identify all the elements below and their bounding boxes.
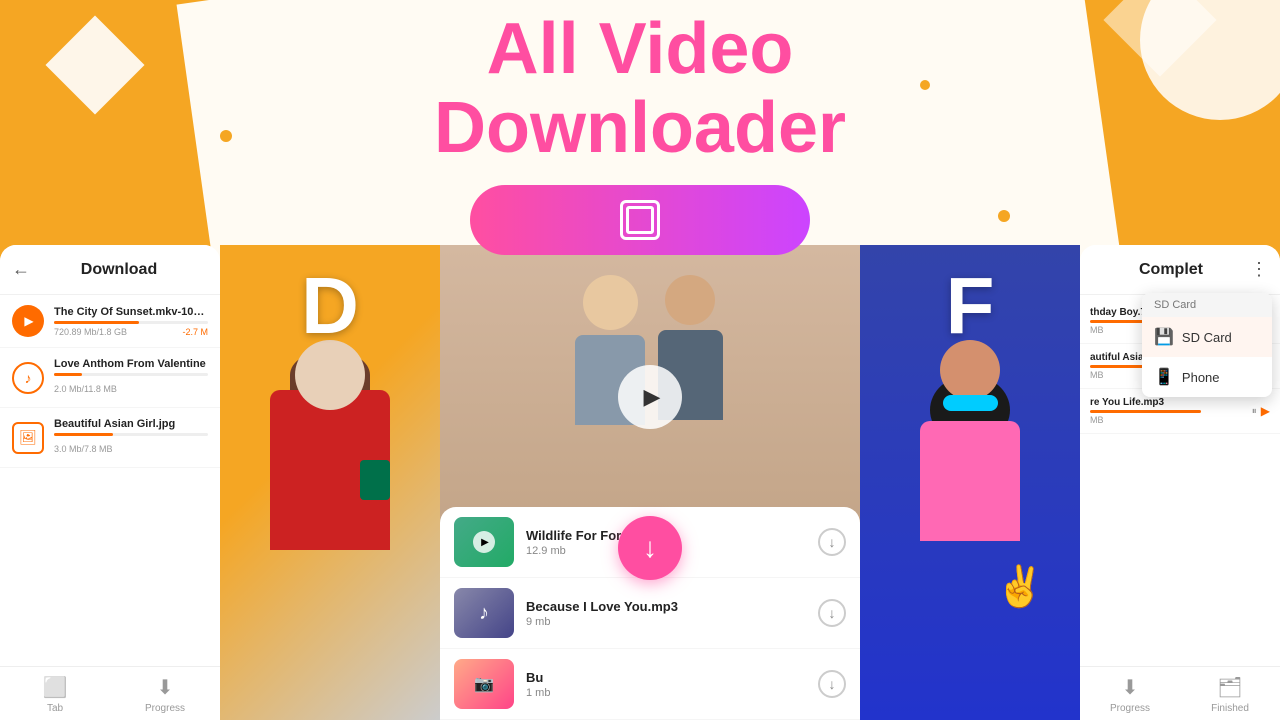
deco-dot-2 bbox=[998, 210, 1010, 222]
scan-icon bbox=[620, 200, 660, 240]
bottom-nav-right: ⬇ Progress 🗂 Finished bbox=[1080, 666, 1280, 720]
menu-button[interactable]: ⋮ bbox=[1250, 259, 1268, 280]
card-header: ← Download bbox=[0, 245, 220, 295]
list-item[interactable]: 📷 Bu 1 mb ↓ bbox=[440, 649, 860, 720]
item-name: The City Of Sunset.mkv-1080p bbox=[54, 306, 208, 318]
cards-area: ← Download The City Of Sunset.mkv-1080p … bbox=[0, 245, 1280, 720]
download-arrow[interactable]: ↓ bbox=[818, 599, 846, 627]
progress-bar bbox=[54, 373, 208, 376]
download-title: Download bbox=[30, 261, 208, 279]
play-icon-sm[interactable]: ▶ bbox=[1261, 404, 1270, 418]
music-thumb-icon: ♪ bbox=[454, 588, 514, 638]
item-speed: -2.7 M bbox=[182, 327, 208, 337]
item-info: The City Of Sunset.mkv-1080p 720.89 Mb/1… bbox=[54, 306, 208, 337]
progress-bar bbox=[54, 321, 208, 324]
letter-overlay-f: F bbox=[860, 245, 1080, 720]
progress-label: Progress bbox=[145, 703, 185, 714]
dl-size: 1 mb bbox=[526, 687, 806, 699]
play-button[interactable] bbox=[12, 305, 44, 337]
thumb-play-icon: ▶ bbox=[473, 531, 495, 553]
dl-info: Bu 1 mb bbox=[526, 670, 806, 699]
app-title: All Video Downloader bbox=[0, 10, 1280, 168]
item-size: 720.89 Mb/1.8 GB bbox=[54, 327, 127, 337]
tab-label: Tab bbox=[47, 703, 63, 714]
thumb-music: ♪ bbox=[454, 588, 514, 638]
thumb-photo: 📷 bbox=[454, 659, 514, 709]
item-size: 2.0 Mb/11.8 MB bbox=[54, 384, 117, 394]
sd-card-dropdown: SD Card 💾 SD Card 📱 Phone bbox=[1142, 293, 1272, 397]
progress-bar bbox=[54, 433, 208, 436]
completed-card: Complet ⋮ SD Card 💾 SD Card 📱 Phone thda… bbox=[1080, 245, 1280, 720]
progress-fill bbox=[54, 321, 139, 324]
download-arrow[interactable]: ↓ bbox=[818, 670, 846, 698]
big-letter-f: F bbox=[946, 260, 995, 352]
play-button-center[interactable] bbox=[618, 365, 682, 429]
sd-card-icon: 💾 bbox=[1154, 327, 1174, 347]
progress-label-right: Progress bbox=[1110, 703, 1150, 714]
phone-option[interactable]: 📱 Phone bbox=[1142, 357, 1272, 397]
progress-fill bbox=[54, 433, 113, 436]
sd-card-label: SD Card bbox=[1182, 330, 1232, 345]
sd-dropdown-header: SD Card bbox=[1142, 293, 1272, 317]
list-item[interactable]: ♪ Because I Love You.mp3 9 mb ↓ bbox=[440, 578, 860, 649]
big-letter-d: D bbox=[301, 260, 359, 352]
finished-label: Finished bbox=[1211, 703, 1249, 714]
nav-finished[interactable]: 🗂 Finished bbox=[1180, 667, 1280, 720]
center-card: ▶ Wildlife For Forest.mp4 12.9 mb ↓ ♪ Be… bbox=[440, 245, 860, 720]
dl-info: Because I Love You.mp3 9 mb bbox=[526, 599, 806, 628]
girl-right-card: F ✌️ bbox=[860, 245, 1080, 720]
thumb-video: ▶ bbox=[454, 517, 514, 567]
comp-size: MB bbox=[1090, 415, 1244, 425]
pause-icon[interactable]: ⏸ bbox=[1252, 406, 1257, 417]
letter-overlay-d: D bbox=[220, 245, 440, 720]
item-name: Love Anthom From Valentine bbox=[54, 358, 208, 370]
nav-progress-right[interactable]: ⬇ Progress bbox=[1080, 667, 1180, 720]
download-item-image[interactable]: 🖼 Beautiful Asian Girl.jpg 3.0 Mb/7.8 MB bbox=[0, 408, 220, 468]
item-size: 3.0 Mb/7.8 MB bbox=[54, 444, 113, 454]
dl-name: Bu bbox=[526, 670, 806, 685]
item-info: Love Anthom From Valentine 2.0 Mb/11.8 M… bbox=[54, 358, 208, 397]
dl-name: Because I Love You.mp3 bbox=[526, 599, 806, 614]
comp-name: re You Life.mp3 bbox=[1090, 397, 1244, 408]
completed-title: Complet bbox=[1092, 261, 1250, 279]
sd-card-option[interactable]: 💾 SD Card bbox=[1142, 317, 1272, 357]
progress-fill bbox=[54, 373, 82, 376]
nav-tab[interactable]: ⬜ Tab bbox=[0, 667, 110, 720]
image-icon: 🖼 bbox=[12, 422, 44, 454]
progress-icon-right: ⬇ bbox=[1122, 675, 1139, 700]
phone-label: Phone bbox=[1182, 370, 1220, 385]
comp-controls: ⏸ ▶ bbox=[1252, 404, 1270, 418]
tab-icon: ⬜ bbox=[43, 675, 68, 700]
girl-left-card: D bbox=[220, 245, 440, 720]
phone-icon: 📱 bbox=[1154, 367, 1174, 387]
completed-card-header: Complet ⋮ bbox=[1080, 245, 1280, 295]
download-card: ← Download The City Of Sunset.mkv-1080p … bbox=[0, 245, 220, 720]
nav-progress[interactable]: ⬇ Progress bbox=[110, 667, 220, 720]
progress-icon: ⬇ bbox=[157, 675, 174, 700]
dl-size: 9 mb bbox=[526, 616, 806, 628]
camera-icon: 📷 bbox=[474, 674, 494, 694]
download-item-video[interactable]: The City Of Sunset.mkv-1080p 720.89 Mb/1… bbox=[0, 295, 220, 348]
item-info: Beautiful Asian Girl.jpg 3.0 Mb/7.8 MB bbox=[54, 418, 208, 457]
scan-bar[interactable] bbox=[470, 185, 810, 255]
bottom-nav-left: ⬜ Tab ⬇ Progress bbox=[0, 666, 220, 720]
item-name: Beautiful Asian Girl.jpg bbox=[54, 418, 208, 430]
download-item-music[interactable]: ♪ Love Anthom From Valentine 2.0 Mb/11.8… bbox=[0, 348, 220, 408]
comp-progress-bar bbox=[1090, 410, 1201, 413]
music-icon: ♪ bbox=[12, 362, 44, 394]
header: All Video Downloader bbox=[0, 10, 1280, 168]
download-arrow[interactable]: ↓ bbox=[818, 528, 846, 556]
back-button[interactable]: ← bbox=[12, 259, 30, 280]
finished-icon: 🗂 bbox=[1217, 675, 1242, 700]
download-fab-button[interactable] bbox=[618, 516, 682, 580]
